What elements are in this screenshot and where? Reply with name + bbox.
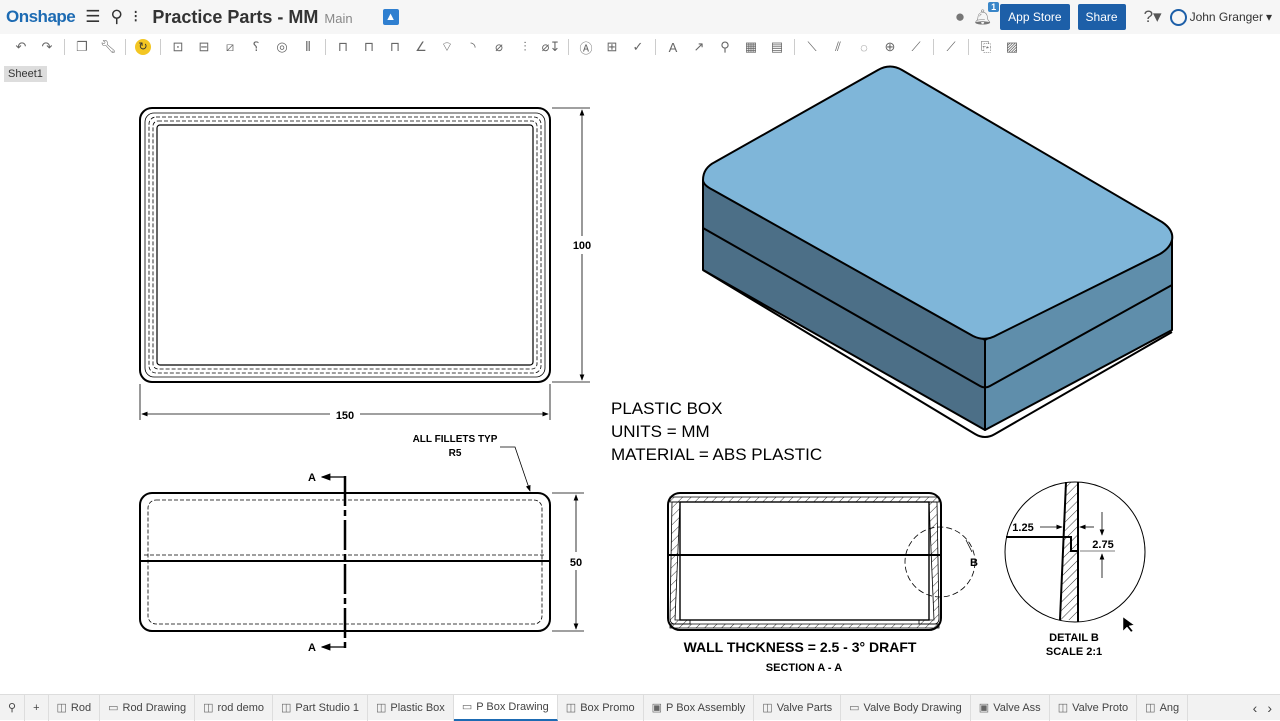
tab-part-studio-1[interactable]: ◫ Part Studio 1	[273, 694, 368, 721]
section-a-label-bottom: A	[308, 642, 316, 654]
tab-valve-proto[interactable]: ◫ Valve Proto	[1050, 694, 1138, 721]
part-studio-icon: ◫	[762, 702, 773, 714]
scroll-right-icon[interactable]: ›	[1267, 700, 1272, 716]
tab-plastic-box[interactable]: ◫ Plastic Box	[368, 694, 454, 721]
tab-valve-ass[interactable]: ▣ Valve Ass	[971, 694, 1050, 721]
section-label: SECTION A - A	[766, 662, 842, 674]
section-view-a-a[interactable]	[667, 492, 976, 631]
add-tab-button[interactable]: +	[25, 694, 49, 721]
part-studio-icon: ◫	[280, 702, 292, 714]
part-studio-icon: ◫	[565, 702, 577, 714]
tab-rod[interactable]: ◫ Rod	[49, 694, 101, 721]
tab-label: Valve Parts	[776, 701, 833, 714]
tab-label: Plastic Box	[390, 701, 445, 714]
part-studio-icon: ◫	[56, 702, 67, 714]
tab-label: Valve Body Drawing	[863, 701, 962, 714]
detail-view-b[interactable]	[1004, 481, 1146, 623]
scroll-left-icon[interactable]: ‹	[1253, 700, 1258, 716]
assembly-icon: ▣	[651, 702, 663, 714]
tab-box-promo[interactable]: ◫ Box Promo	[558, 694, 644, 721]
dim-100-text: 100	[573, 240, 591, 252]
assembly-icon: ▣	[978, 702, 990, 714]
dim-275-text: 2.75	[1092, 539, 1113, 551]
part-studio-icon: ◫	[203, 702, 214, 714]
document-tabs: ⚲ + ◫ Rod ▭ Rod Drawing ◫ rod demo ◫ Part Studi…	[0, 694, 1280, 721]
tab-rod-demo[interactable]: ◫ rod demo	[195, 694, 273, 721]
mouse-cursor-icon	[1122, 616, 1135, 633]
tab-label: P Box Assembly	[666, 701, 746, 714]
section-a-label-top: A	[308, 472, 316, 484]
tab-p-box-drawing[interactable]: ▭ P Box Drawing	[453, 694, 558, 721]
dim-150-text: 150	[336, 410, 354, 422]
fillet-note-line2: R5	[449, 448, 462, 459]
tab-label: Part Studio 1	[295, 701, 359, 714]
tab-p-box-assembly[interactable]: ▣ P Box Assembly	[644, 694, 755, 721]
tab-label: Rod Drawing	[122, 701, 187, 714]
note-units: UNITS = MM	[611, 422, 710, 441]
note-material: MATERIAL = ABS PLASTIC	[611, 445, 822, 464]
detail-scale: SCALE 2:1	[1046, 646, 1102, 658]
dim-50-text: 50	[570, 557, 582, 569]
note-title: PLASTIC BOX	[611, 399, 722, 418]
tab-valve-body-drawing[interactable]: ▭ Valve Body Drawing	[841, 694, 971, 721]
tab-list: ◫ Rod ▭ Rod Drawing ◫ rod demo ◫ Part Studio 1 ◫…	[49, 694, 1189, 721]
drawing-icon: ▭	[849, 702, 860, 714]
tab-label: Valve Proto	[1072, 701, 1129, 714]
fillet-note-line1: ALL FILLETS TYP	[413, 434, 498, 445]
tab-manager-icon[interactable]: ⚲	[0, 694, 26, 721]
part-studio-icon: ◫	[375, 702, 387, 714]
tab-rod-drawing[interactable]: ▭ Rod Drawing	[100, 694, 196, 721]
part-studio-icon: ◫	[1145, 702, 1156, 714]
top-view[interactable]	[139, 107, 551, 383]
isometric-view[interactable]	[702, 65, 1174, 438]
tab-label: Ang	[1159, 701, 1180, 714]
drawing-icon: ▭	[461, 701, 473, 713]
tab-label: rod demo	[217, 701, 264, 714]
tab-label: Rod	[70, 701, 92, 714]
tab-ang[interactable]: ◫ Ang	[1137, 694, 1189, 721]
dim-125-text: 1.25	[1012, 522, 1033, 534]
detail-b-marker: B	[970, 557, 978, 569]
drawing-canvas[interactable]: 100 150 A A 50 ALL FILLETS TYP R5 PLASTI…	[0, 0, 1280, 694]
part-studio-icon: ◫	[1057, 702, 1069, 714]
tab-label: Valve Ass	[993, 701, 1041, 714]
tab-label: Box Promo	[580, 701, 635, 714]
detail-label: DETAIL B	[1049, 632, 1099, 644]
wall-thickness-note: WALL THCKNESS = 2.5 - 3° DRAFT	[684, 639, 917, 655]
drawing-icon: ▭	[108, 702, 119, 714]
fillet-note[interactable]: ALL FILLETS TYP R5	[413, 434, 531, 492]
title-notes[interactable]: PLASTIC BOX UNITS = MM MATERIAL = ABS PL…	[611, 399, 822, 464]
tab-valve-parts[interactable]: ◫ Valve Parts	[754, 694, 842, 721]
tab-label: P Box Drawing	[476, 700, 549, 713]
